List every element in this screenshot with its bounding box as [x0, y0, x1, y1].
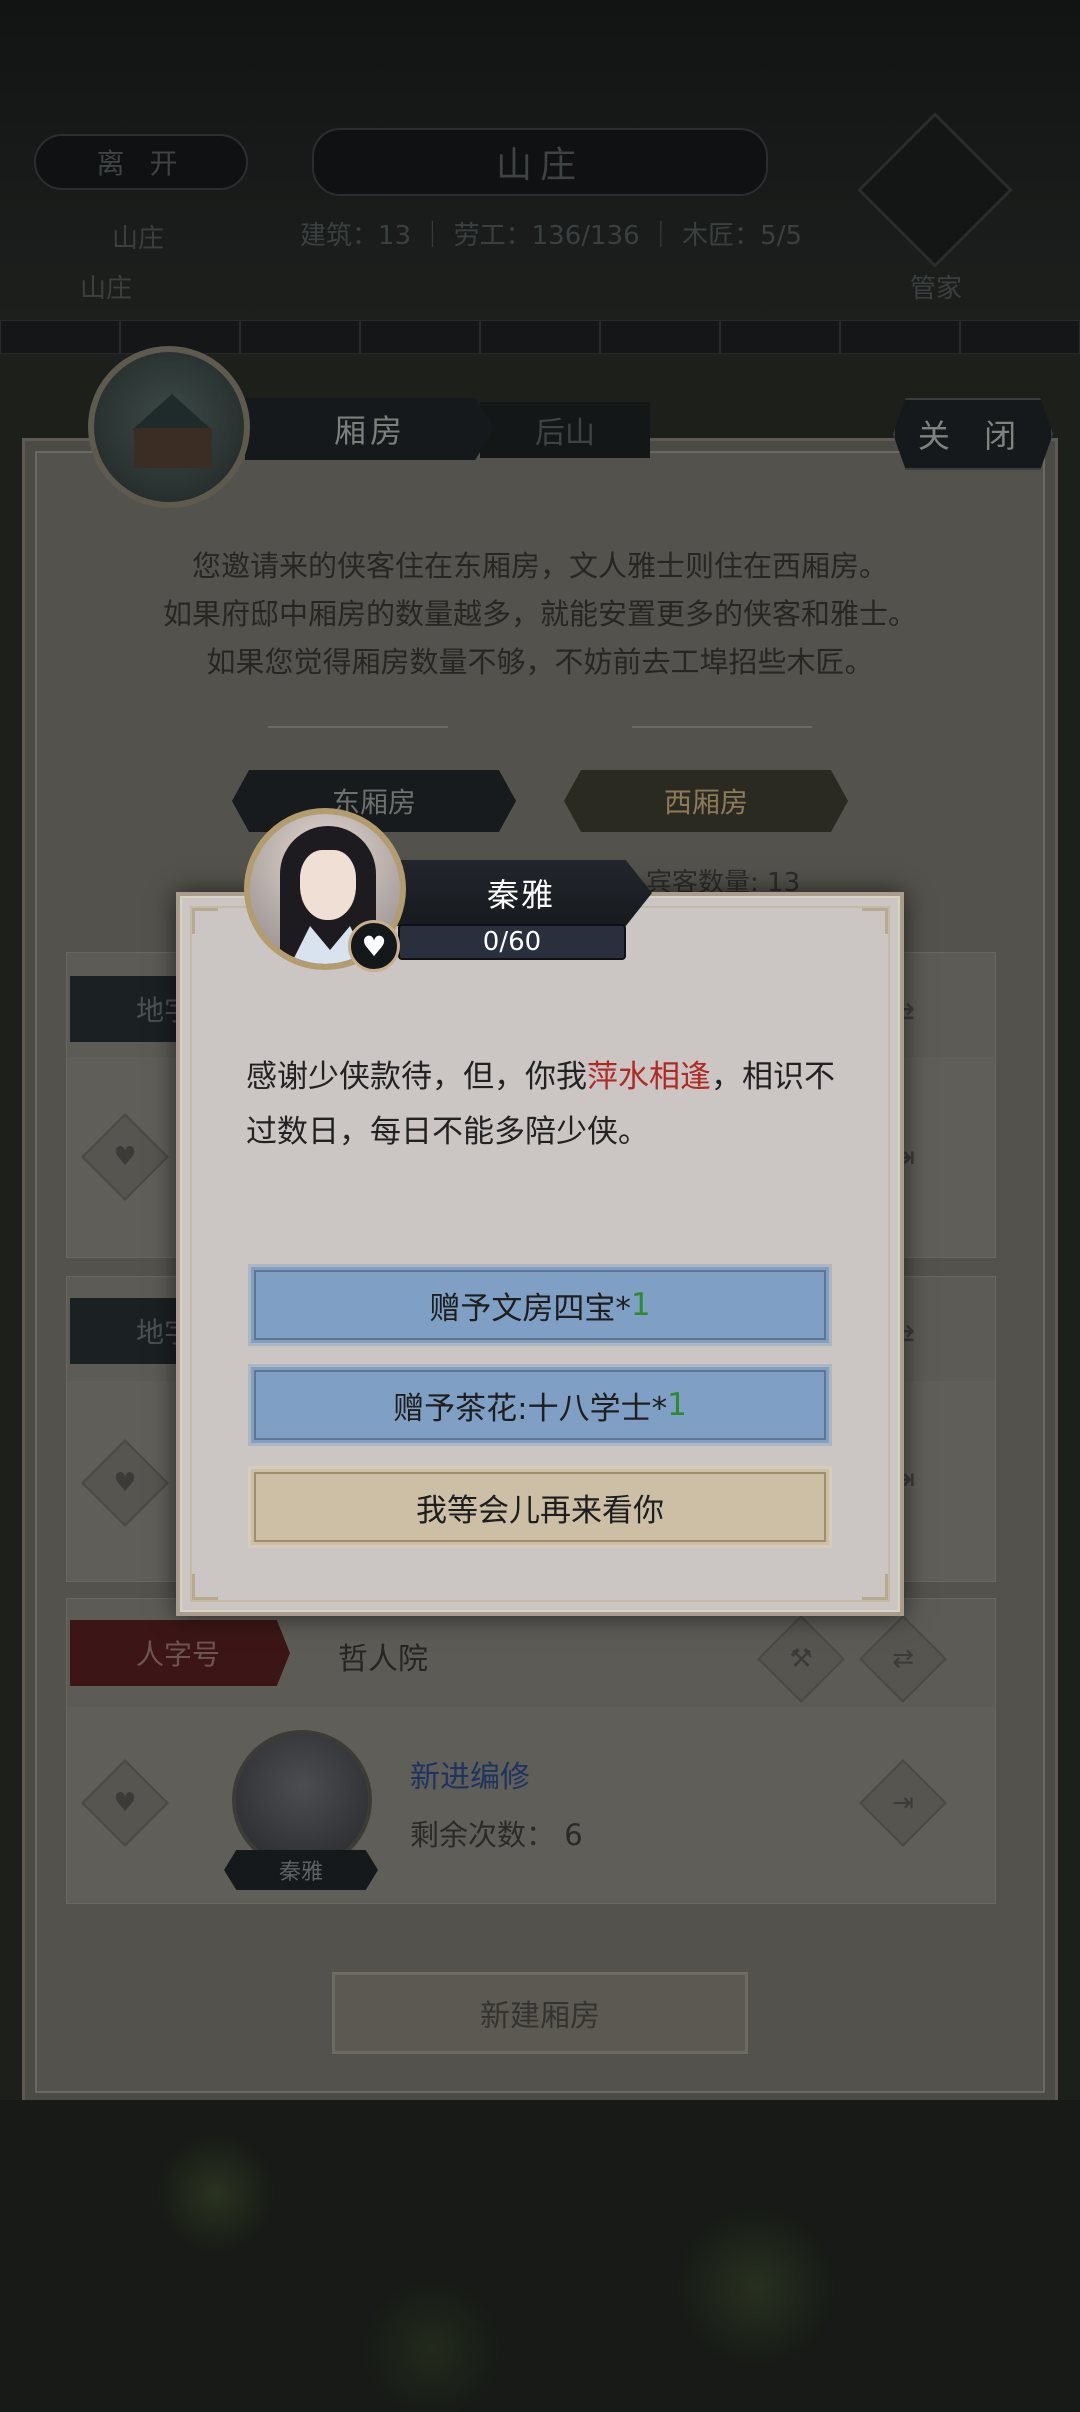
resident-avatar[interactable]	[232, 1730, 372, 1870]
description-line-3: 如果您觉得厢房数量不够，不妨前去工埠招些木匠。	[206, 645, 874, 679]
left-sub-label-2: 山庄	[80, 274, 133, 304]
heart-icon: ♥	[348, 920, 400, 972]
left-sub-label: 山庄	[112, 224, 165, 254]
steward-label[interactable]: 管家	[910, 268, 962, 305]
location-title: 山庄	[312, 128, 768, 196]
panel-title: 厢房	[245, 398, 495, 460]
option-label: 赠予文房四宝*	[429, 1290, 631, 1327]
close-button[interactable]: 关 闭	[893, 398, 1053, 470]
option-label: 赠予茶花:十八学士*	[393, 1390, 668, 1427]
house-icon	[88, 346, 250, 508]
option-label: 我等会儿再来看你	[416, 1492, 664, 1529]
tab-east-wing[interactable]: 东厢房	[232, 770, 516, 832]
dialog-text-part: 感谢少侠款待，但，你我	[246, 1059, 587, 1095]
hall-name: 哲人院	[338, 1642, 428, 1677]
bottom-background	[0, 2100, 1080, 2412]
dialog-text: 感谢少侠款待，但，你我萍水相逢，相识不过数日，每日不能多陪少侠。	[246, 1050, 846, 1160]
divider	[632, 726, 812, 728]
divider	[268, 726, 448, 728]
room-tag: 人字号	[70, 1620, 290, 1686]
tab-backhill[interactable]: 后山	[480, 402, 650, 458]
description-line-1: 您邀请来的侠客住在东厢房，文人雅士则住在西厢房。	[191, 549, 888, 583]
npc-name: 秦雅	[390, 860, 652, 926]
affection-value: 0/60	[482, 927, 542, 957]
affection-bar: 0/60	[398, 924, 626, 960]
leave-button[interactable]: 离 开	[34, 134, 248, 190]
remaining-count: 剩余次数： 6	[410, 1818, 583, 1852]
estate-stats: 建筑：13 ｜ 劳工：136/136 ｜ 木匠：5/5	[300, 221, 802, 251]
new-room-button[interactable]: 新建厢房	[332, 1972, 748, 2054]
description-line-2: 如果府邸中厢房的数量越多，就能安置更多的侠客和雅士。	[162, 597, 917, 631]
gift-option-button[interactable]: 赠予茶花:十八学士* 1	[248, 1364, 832, 1446]
gift-option-button[interactable]: 赠予文房四宝* 1	[248, 1264, 832, 1346]
later-button[interactable]: 我等会儿再来看你	[248, 1466, 832, 1548]
dialog-highlight: 萍水相逢	[587, 1059, 711, 1095]
tab-west-wing[interactable]: 西厢房	[564, 770, 848, 832]
resident-name: 秦雅	[224, 1850, 378, 1890]
option-qty: 1	[667, 1387, 687, 1423]
resident-title: 新进编修	[410, 1760, 530, 1795]
option-qty: 1	[630, 1287, 651, 1323]
